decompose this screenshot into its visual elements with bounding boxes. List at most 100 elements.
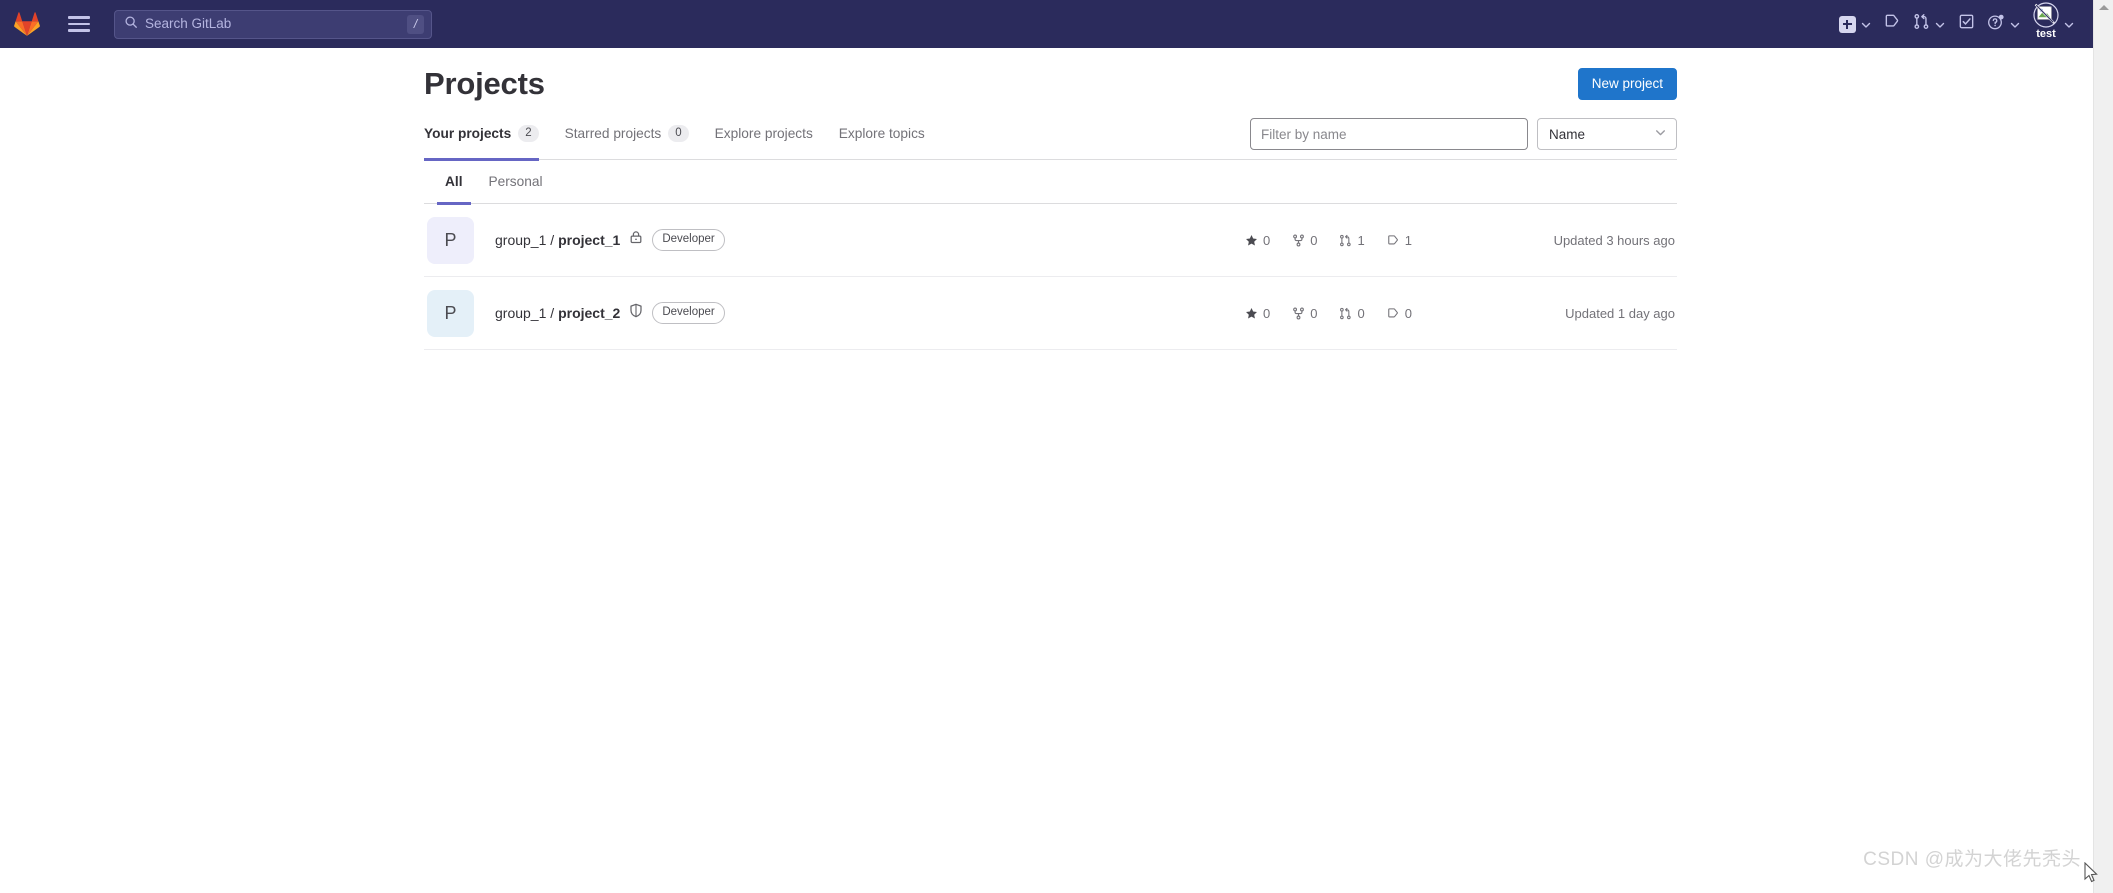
project-info: group_1 / project_1 Developer [495, 229, 725, 251]
tab-label: Your projects [424, 126, 512, 141]
project-name: project_2 [558, 304, 621, 321]
stars-stat[interactable]: 0 [1234, 306, 1281, 321]
projects-list: P group_1 / project_1 Developer 0 0 1 1 … [424, 204, 1677, 350]
vertical-scrollbar[interactable] [2093, 0, 2113, 893]
subtab-all[interactable]: All [432, 160, 476, 205]
watermark-text: CSDN @成为大佬先秃头 [1863, 849, 2081, 870]
shield-icon [629, 303, 643, 323]
issues-count: 1 [1404, 232, 1412, 248]
page-body: Projects New project Your projects 2 Sta… [0, 48, 2093, 893]
project-namespace: group_1 / [495, 304, 559, 321]
merge-requests-icon [1913, 13, 1930, 35]
navbar-right-group: test gitlab [1833, 0, 2093, 63]
table-row[interactable]: P group_1 / project_1 Developer 0 0 1 1 … [424, 204, 1677, 277]
search-placeholder: Search GitLab [145, 17, 232, 31]
issues-count: 0 [1404, 305, 1412, 321]
lock-icon [629, 230, 643, 249]
tab-count-badge: 2 [518, 124, 539, 143]
table-row[interactable]: P group_1 / project_2 Developer 0 0 0 0 … [424, 277, 1677, 350]
project-name: project_1 [558, 231, 621, 248]
help-question-icon [1987, 13, 2005, 36]
project-namespace: group_1 / [495, 231, 559, 248]
project-avatar: P [427, 216, 474, 264]
help-button[interactable] [1981, 0, 2027, 48]
tab-starred-projects[interactable]: Starred projects 0 [552, 108, 702, 160]
chevron-down-icon [1654, 126, 1667, 142]
tab-list: Your projects 2 Starred projects 0 Explo… [424, 108, 938, 161]
merge-requests-icon [1339, 234, 1352, 247]
star-icon [1245, 234, 1258, 247]
issues-icon [1387, 307, 1400, 320]
issues-stat[interactable]: 1 [1376, 233, 1423, 248]
page-header: Projects New project [424, 48, 1677, 108]
hamburger-bar [68, 29, 90, 32]
merge-requests-stat[interactable]: 1 [1328, 233, 1375, 248]
subtab-personal[interactable]: Personal [476, 160, 556, 204]
hamburger-bar [68, 16, 90, 19]
projects-subtabbar: All Personal [424, 160, 1677, 205]
tab-explore-projects[interactable]: Explore projects [702, 108, 826, 160]
hamburger-menu-icon[interactable] [68, 12, 92, 36]
role-badge: Developer [652, 302, 725, 324]
search-shortcut-key: / [407, 14, 424, 34]
chevron-down-icon [1860, 18, 1872, 30]
project-stats: 0 0 [1234, 306, 1423, 321]
project-updated-time: Updated 3 hours ago [1553, 232, 1675, 248]
issues-stat[interactable]: 0 [1376, 306, 1423, 321]
projects-tabbar: Your projects 2 Starred projects 0 Explo… [424, 108, 1677, 161]
chevron-down-icon [2063, 18, 2075, 30]
role-badge: Developer [652, 229, 725, 251]
navbar-left-group: Search GitLab / [0, 9, 432, 39]
sort-selected-value: Name [1549, 126, 1586, 142]
fork-icon [1292, 307, 1305, 320]
hamburger-bar [68, 22, 90, 26]
merge-requests-icon [1339, 307, 1352, 320]
tab-explore-topics[interactable]: Explore topics [826, 108, 938, 160]
tab-controls: Name [1250, 118, 1677, 150]
project-stats: 0 0 [1234, 233, 1423, 248]
broken-image-icon [2033, 2, 2059, 28]
tab-your-projects[interactable]: Your projects 2 [424, 108, 552, 161]
stars-stat[interactable]: 0 [1234, 233, 1281, 248]
tab-count-badge: 0 [668, 124, 689, 143]
tab-label: Explore topics [838, 126, 925, 141]
new-project-button[interactable]: New project [1577, 67, 1677, 101]
page-title: Projects [424, 65, 545, 101]
merge-requests-count: 1 [1357, 232, 1365, 248]
forks-stat[interactable]: 0 [1281, 306, 1328, 321]
fork-icon [1292, 234, 1305, 247]
merge-requests-count: 0 [1357, 305, 1365, 321]
create-new-button[interactable] [1833, 0, 1878, 48]
top-navbar: Search GitLab / test [0, 0, 2093, 63]
tab-label: Explore projects [714, 126, 813, 141]
filter-by-name-input[interactable] [1250, 118, 1528, 150]
project-name-link[interactable]: group_1 / project_1 [495, 232, 620, 248]
create-new-plus-icon [1839, 15, 1856, 33]
gitlab-logo-icon[interactable] [14, 11, 40, 37]
issues-icon [1387, 234, 1400, 247]
stars-count: 0 [1263, 305, 1271, 321]
search-icon [124, 15, 138, 34]
star-icon [1245, 307, 1258, 320]
merge-requests-stat[interactable]: 0 [1328, 306, 1375, 321]
forks-count: 0 [1310, 305, 1318, 321]
user-menu-button[interactable]: test gitlab [2027, 0, 2081, 63]
tab-label: Starred projects [564, 126, 662, 141]
forks-count: 0 [1310, 232, 1318, 248]
project-name-link[interactable]: group_1 / project_2 [495, 305, 620, 321]
project-updated-time: Updated 1 day ago [1565, 305, 1675, 321]
issues-icon [1884, 13, 1901, 35]
stars-count: 0 [1263, 232, 1271, 248]
merge-requests-button[interactable] [1907, 0, 1952, 48]
forks-stat[interactable]: 0 [1281, 233, 1328, 248]
search-input[interactable]: Search GitLab / [114, 9, 432, 39]
todos-checkbox-icon [1958, 13, 1975, 35]
avatar: test gitlab [2033, 0, 2071, 63]
project-info: group_1 / project_2 Developer [495, 302, 725, 324]
scroll-up-arrow-icon[interactable] [2098, 5, 2109, 10]
issues-button[interactable] [1878, 0, 1907, 48]
project-avatar: P [427, 289, 474, 337]
todos-button[interactable] [1952, 0, 1981, 48]
avatar-alt-text: test [2036, 28, 2056, 40]
sort-dropdown[interactable]: Name [1537, 118, 1677, 150]
